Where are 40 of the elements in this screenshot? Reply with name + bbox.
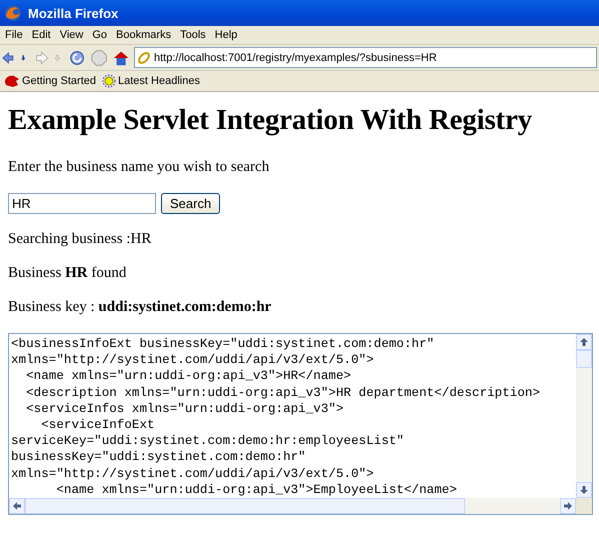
- code-line: <name xmlns="urn:uddi-org:api_v3">HR</name>: [25, 368, 352, 385]
- menu-item[interactable]: Edit: [32, 29, 51, 41]
- result-text: Business HR found: [8, 265, 128, 282]
- scroll-thumb[interactable]: [576, 350, 592, 368]
- horizontal-scrollbar[interactable]: [9, 498, 576, 514]
- scroll-thumb[interactable]: [25, 498, 465, 514]
- menu-item[interactable]: View: [60, 29, 84, 41]
- browser-logo-icon: [4, 4, 22, 22]
- search-button[interactable]: Search: [161, 193, 220, 214]
- address-field[interactable]: http://localhost:7001/registry/myexamples/?sbusiness=HR: [134, 47, 597, 68]
- window-title: Mozilla Firefox: [28, 6, 118, 20]
- code-line: <serviceInfos xmlns="urn:uddi-org:api_v3">: [25, 400, 345, 418]
- scrollbar-corner: [576, 498, 592, 514]
- scroll-right-icon[interactable]: [560, 498, 576, 514]
- code-line: <description xmlns="urn:uddi-org:api_v3">HR department</description>: [25, 384, 542, 401]
- bookmark-link[interactable]: Getting Started: [4, 74, 96, 88]
- code-line: serviceKey="uddi:systinet.com:demo:hr:employeesList": [11, 433, 405, 450]
- code-line: <serviceInfoExt: [40, 417, 156, 434]
- menu-item[interactable]: File: [5, 29, 23, 41]
- status-text: Searching business :HR: [8, 231, 152, 248]
- search-field[interactable]: HR: [8, 193, 156, 214]
- menu-item[interactable]: Tools: [180, 29, 206, 41]
- xml-text-area[interactable]: [8, 333, 593, 515]
- feed-icon: [102, 74, 116, 88]
- menu-item[interactable]: Help: [214, 29, 238, 41]
- code-line: xmlns="http://systinet.com/uddi/api/v3/ext/5.0">: [11, 352, 375, 368]
- code-line: <name xmlns="urn:uddi-org:api_v3">EmployeeList</name>: [55, 482, 458, 498]
- scroll-down-icon[interactable]: [576, 482, 592, 498]
- page-heading: Example Servlet Integration With Registry: [8, 104, 533, 137]
- bookmark-link[interactable]: Latest Headlines: [102, 74, 200, 88]
- menu-item[interactable]: Go: [92, 29, 108, 41]
- scroll-left-icon[interactable]: [9, 498, 25, 514]
- code-line: businessKey="uddi:systinet.com:demo:hr": [11, 449, 307, 466]
- code-line: <businessInfoExt businessKey="uddi:systinet.com:demo:hr": [11, 336, 436, 352]
- code-line: xmlns="http://systinet.com/uddi/api/v3/ext/5.0">: [11, 466, 375, 482]
- prompt-text: Enter the business name you wish to search: [8, 159, 270, 176]
- scroll-up-icon[interactable]: [576, 334, 592, 350]
- business-key-text: Business key : uddi:systinet.com:demo:hr: [8, 299, 272, 316]
- menu-item[interactable]: Bookmarks: [116, 29, 172, 41]
- vertical-scrollbar[interactable]: [576, 334, 592, 498]
